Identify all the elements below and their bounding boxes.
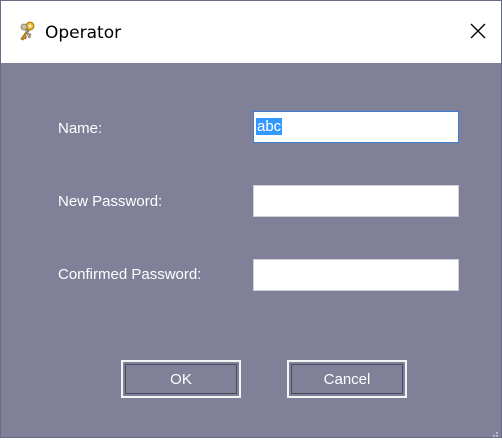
name-input-value: abc — [256, 118, 283, 135]
ok-button-label: OK — [170, 370, 192, 388]
cancel-button[interactable]: Cancel — [287, 360, 407, 398]
new-password-label: New Password: — [58, 193, 163, 210]
keys-icon — [17, 21, 37, 43]
name-input[interactable]: abc — [253, 111, 459, 143]
dialog-body: Name: abc New Password: Confirmed Passwo… — [1, 63, 501, 437]
close-button[interactable] — [455, 11, 501, 55]
close-icon — [469, 22, 487, 45]
cancel-button-label: Cancel — [323, 370, 371, 388]
window-title: Operator — [45, 23, 122, 43]
confirmed-password-label: Confirmed Password: — [58, 266, 202, 283]
name-label: Name: — [58, 120, 103, 137]
new-password-input[interactable] — [253, 185, 459, 217]
resize-grip-icon[interactable] — [489, 425, 499, 437]
operator-dialog: Operator Name: abc New Password: Confirm… — [0, 0, 502, 438]
confirmed-password-input[interactable] — [253, 259, 459, 291]
title-bar[interactable]: Operator — [1, 1, 501, 63]
ok-button[interactable]: OK — [121, 360, 241, 398]
